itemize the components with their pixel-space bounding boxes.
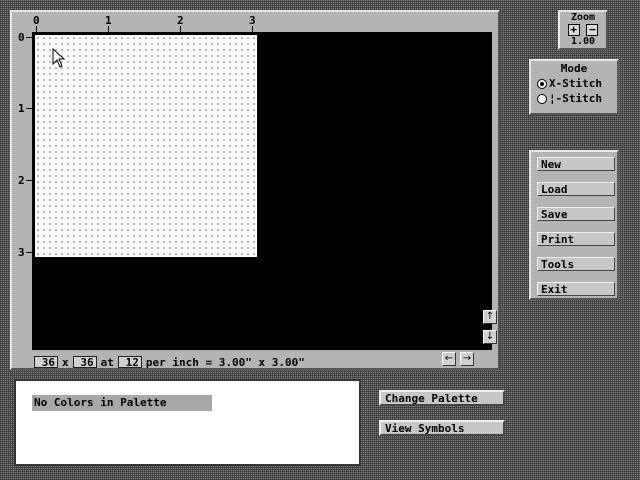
new-button[interactable]: New: [537, 157, 615, 171]
mouse-pointer-icon: [52, 48, 66, 68]
radio-selected-icon[interactable]: [537, 79, 547, 89]
zoom-out-button[interactable]: −: [586, 24, 599, 36]
arrow-left-icon: ←: [444, 353, 454, 364]
view-symbols-button[interactable]: View Symbols: [379, 420, 505, 436]
count-field[interactable]: 12: [117, 356, 142, 369]
tools-button[interactable]: Tools: [537, 257, 615, 271]
canvas-area[interactable]: [32, 32, 492, 350]
size-row: 36 x 36 at 12 per inch = 3.00" x 3.00": [34, 355, 309, 369]
radio-unselected-icon[interactable]: [537, 94, 547, 104]
mode-title: Mode: [560, 62, 588, 75]
ruler-left-label-1: 1: [18, 102, 25, 115]
mode-option-label: X-Stitch: [549, 77, 602, 90]
ruler-left-label-3: 3: [18, 246, 25, 259]
ruler-top-label-3: 3: [249, 14, 256, 27]
size-summary: per inch = 3.00" x 3.00": [145, 355, 305, 369]
ruler-top-label-0: 0: [33, 14, 40, 27]
zoom-controls: + −: [560, 23, 606, 36]
menu-panel: New Load Save Print Tools Exit: [529, 150, 619, 300]
scroll-down-button[interactable]: ↓: [483, 330, 497, 344]
x-text: x: [62, 355, 69, 369]
change-palette-button[interactable]: Change Palette: [379, 390, 505, 406]
arrow-down-icon: ↓: [485, 331, 495, 342]
mode-panel: Mode X-Stitch ¦-Stitch: [529, 59, 619, 115]
at-text: at: [100, 355, 114, 369]
scroll-up-button[interactable]: ↑: [483, 310, 497, 324]
palette-box[interactable]: No Colors in Palette: [14, 379, 361, 466]
scroll-left-button[interactable]: ←: [442, 352, 456, 366]
zoom-panel: Zoom + − 1.00: [558, 10, 608, 50]
scroll-right-button[interactable]: →: [460, 352, 474, 366]
ruler-left-label-0: 0: [18, 31, 25, 44]
ruler-top-label-1: 1: [105, 14, 112, 27]
mode-option-x-stitch[interactable]: X-Stitch: [531, 76, 617, 91]
stitch-grid[interactable]: [35, 35, 257, 257]
width-field[interactable]: 36: [34, 356, 58, 369]
save-button[interactable]: Save: [537, 207, 615, 221]
ruler-left: 0 1 2 3: [12, 12, 32, 352]
height-field[interactable]: 36: [72, 356, 97, 369]
arrow-right-icon: →: [462, 353, 472, 364]
ruler-left-label-2: 2: [18, 174, 25, 187]
zoom-title: Zoom: [570, 12, 596, 23]
print-button[interactable]: Print: [537, 232, 615, 246]
arrow-up-icon: ↑: [485, 311, 495, 322]
load-button[interactable]: Load: [537, 182, 615, 196]
canvas-panel: 0 1 2 3 0 1 2 3 ↑ ↓ ← → 36 x 36 at 12 per inc…: [10, 10, 500, 370]
ruler-top: 0 1 2 3: [12, 12, 498, 32]
mode-option-label: ¦-Stitch: [549, 92, 602, 105]
zoom-value: 1.00: [570, 36, 596, 47]
zoom-in-button[interactable]: +: [567, 24, 580, 36]
palette-empty-label: No Colors in Palette: [32, 395, 212, 411]
mode-option-half-stitch[interactable]: ¦-Stitch: [531, 91, 617, 106]
ruler-top-label-2: 2: [177, 14, 184, 27]
exit-button[interactable]: Exit: [537, 282, 615, 296]
